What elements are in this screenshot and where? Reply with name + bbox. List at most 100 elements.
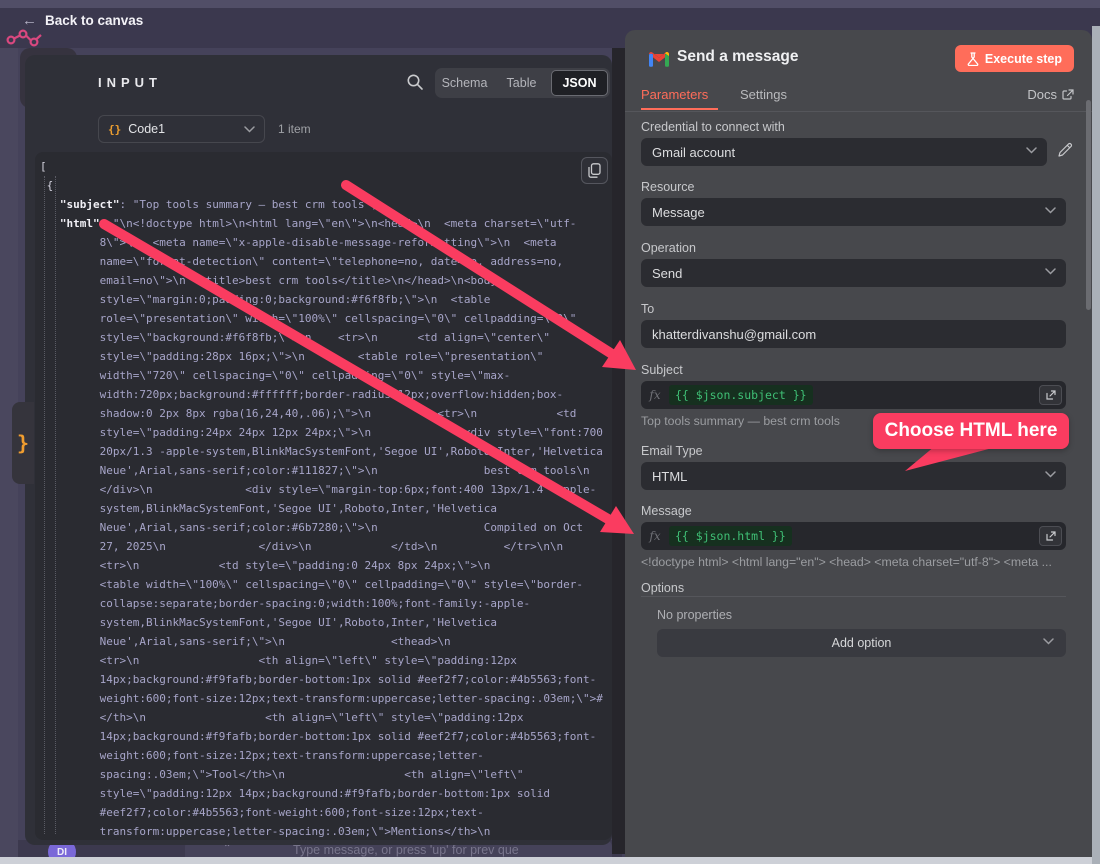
json-code-line: <table width=\"100%\" cellspacing=\"0\" … [40,575,610,594]
json-code-line: #eef2f7;color:#4b5563;font-weight:600;fo… [40,803,610,822]
to-input[interactable]: khatterdivanshu@gmail.com [641,320,1066,348]
message-expression: {{ $json.html }} [669,526,792,546]
add-option-button[interactable]: Add option [657,629,1066,657]
json-code-line: Neue',Arial,sans-serif;color:#6b7280;\">… [40,518,610,537]
json-code-line: weight:600;font-size:12px;text-transform… [40,689,610,708]
chevron-down-icon [1045,207,1056,214]
subject-expression: {{ $json.subject }} [669,385,813,405]
node-title: Send a message [677,48,798,66]
json-code-line: 8\">\n <meta name=\"x-apple-disable-mess… [40,233,610,252]
resource-label: Resource [641,180,695,194]
message-expression-input[interactable]: fx {{ $json.html }} [641,522,1066,550]
json-code-line: shadow:0 2px 8px rgba(16,24,40,.06);\">\… [40,404,610,423]
json-code-line: name=\"format-detection\" content=\"tele… [40,252,610,271]
credential-label: Credential to connect with [641,120,785,134]
brace-handle[interactable]: } [12,402,34,484]
chevron-down-icon [1045,268,1056,275]
edit-credential-icon[interactable] [1057,142,1077,162]
execute-step-button[interactable]: Execute step [955,45,1074,72]
chevron-down-icon [1043,638,1054,645]
json-code-line: system,BlinkMacSystemFont,'Segoe UI',Rob… [40,613,610,632]
json-code-line: email=no\">\n <title>best crm tools</tit… [40,271,610,290]
json-code-line: weight:600;font-size:12px;text-transform… [40,746,610,765]
operation-value: Send [652,266,682,281]
input-panel: INPUT Schema Table JSON {} Code1 1 item … [25,55,612,845]
input-panel-title: INPUT [98,75,162,90]
json-code-line: 14px;background:#f9fafb;border-bottom:1p… [40,727,610,746]
divider [625,111,1092,112]
chevron-down-icon [244,126,255,133]
scrollbar[interactable] [1086,100,1091,310]
item-count: 1 item [278,122,311,136]
open-expression-editor-button[interactable] [1039,385,1062,405]
json-code-line: { [40,176,610,195]
operation-label: Operation [641,241,696,255]
options-label: Options [641,581,684,595]
input-node-name: Code1 [128,122,237,136]
tab-json[interactable]: JSON [551,70,608,96]
chevron-down-icon [1026,147,1037,154]
display-mode-tabs: Schema Table JSON [435,68,610,98]
input-node-selector[interactable]: {} Code1 [98,115,265,143]
json-code-line: style=\"padding:12px 14px;background:#f9… [40,784,610,803]
fx-icon: fx [641,388,669,402]
json-code-line: width:720px;background:#ffffff;border-ra… [40,385,610,404]
json-code-line: style=\"padding:24px 24px 12px 24px;\">\… [40,423,610,442]
tab-table[interactable]: Table [494,70,549,96]
tab-schema[interactable]: Schema [437,70,492,96]
search-icon[interactable] [405,72,427,94]
json-code-line: </th>\n <th align=\"left\" style=\"paddi… [40,708,610,727]
credential-value: Gmail account [652,145,735,160]
tab-parameters[interactable]: Parameters [641,87,708,102]
execute-step-label: Execute step [985,52,1062,66]
json-code-line: style=\"margin:0;padding:0;background:#f… [40,290,610,309]
json-code-line: <tr>\n <th align=\"left\" style=\"paddin… [40,651,610,670]
json-code-view[interactable]: [ { "subject": "Top tools summary — best… [35,152,612,840]
json-code-line: 27, 2025\n </div>\n </td>\n </tr>\n\n [40,537,610,556]
json-code-line: transform:uppercase;letter-spacing:.03em… [40,822,610,840]
to-label: To [641,302,654,316]
json-code-line: Neue',Arial,sans-serif;color:#111827;\">… [40,461,610,480]
window-bottom-edge [0,857,1100,864]
back-to-canvas[interactable]: ← Back to canvas [22,13,143,28]
node-header: Send a message Execute step [625,30,1092,82]
resource-select[interactable]: Message [641,198,1066,226]
assistant-placeholder: Type message, or press 'up' for prev que [293,843,519,857]
email-type-value: HTML [652,469,687,484]
open-expression-editor-button[interactable] [1039,526,1062,546]
subject-label: Subject [641,363,683,377]
copy-icon [588,163,601,178]
json-code-line: [ [40,157,610,176]
active-tab-underline [641,108,718,110]
expand-icon [1046,531,1056,541]
to-value: khatterdivanshu@gmail.com [652,327,816,342]
external-link-icon [1062,89,1074,101]
json-code-line: style=\"padding:28px 16px;\">\n <table r… [40,347,610,366]
panel-divider[interactable] [612,48,625,854]
flask-icon [967,52,979,66]
operation-select[interactable]: Send [641,259,1066,287]
docs-link[interactable]: Docs [1027,87,1074,102]
json-code-line: Neue',Arial,sans-serif;\">\n <thead>\n [40,632,610,651]
choose-html-annotation: Choose HTML here [873,413,1069,449]
window-top-edge [0,0,1100,8]
credential-select[interactable]: Gmail account [641,138,1047,166]
window-right-edge [1092,26,1100,864]
json-code-lines: [ { "subject": "Top tools summary — best… [40,157,610,840]
email-type-select[interactable]: HTML [641,462,1066,490]
node-tabs: Parameters Settings Docs [625,80,1092,111]
code-braces-icon: {} [108,123,121,136]
docs-label: Docs [1027,87,1057,102]
json-code-line: </div>\n <div style=\"margin-top:6px;fon… [40,480,610,499]
json-code-line: 20px/1.3 -apple-system,BlinkMacSystemFon… [40,442,610,461]
chevron-down-icon [1045,471,1056,478]
json-code-line: width=\"720\" cellspacing=\"0\" cellpadd… [40,366,610,385]
subject-preview: Top tools summary — best crm tools [641,414,840,428]
subject-expression-input[interactable]: fx {{ $json.subject }} [641,381,1066,409]
json-code-line: <tr>\n <td style=\"padding:0 24px 8px 24… [40,556,610,575]
tab-settings[interactable]: Settings [740,87,787,102]
divider [641,596,1066,597]
json-code-line: 14px;background:#f9fafb;border-bottom:1p… [40,670,610,689]
add-option-label: Add option [832,636,892,650]
copy-button[interactable] [581,157,608,184]
